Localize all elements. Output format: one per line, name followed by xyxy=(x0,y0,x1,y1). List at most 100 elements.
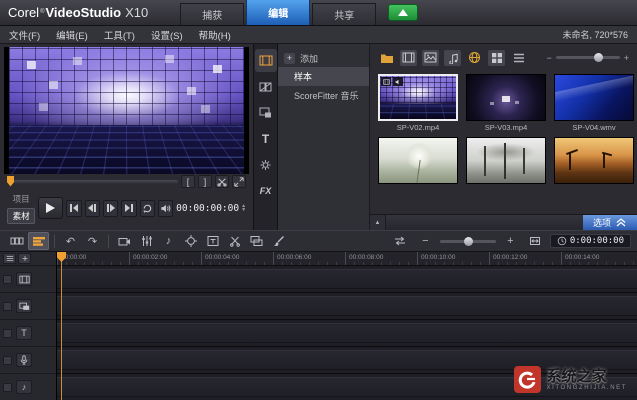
options-button[interactable]: 选项 xyxy=(582,215,637,230)
thumbnail-view-button[interactable] xyxy=(488,49,505,66)
mode-clip[interactable]: 素材 xyxy=(7,208,36,224)
prev-frame-button[interactable] xyxy=(84,199,100,217)
menu-settings[interactable]: 设置(S) xyxy=(151,28,183,42)
brush-icon xyxy=(273,236,284,247)
mark-out-button[interactable]: ] xyxy=(198,175,212,188)
add-folder-row[interactable]: + 添加 xyxy=(278,50,369,67)
tree-node-scorefitter[interactable]: ScoreFitter 音乐 xyxy=(278,86,369,105)
fit-project-button[interactable] xyxy=(525,232,546,250)
overlay-track-toggle[interactable] xyxy=(3,301,12,311)
storyboard-view-button[interactable] xyxy=(6,232,27,250)
seek-bar[interactable] xyxy=(7,175,178,187)
watermark-title: 系统之家 xyxy=(546,367,607,385)
nav-title-button[interactable]: T xyxy=(255,127,277,150)
painting-creator-button[interactable] xyxy=(268,232,289,250)
tab-capture[interactable]: 捕获 xyxy=(180,3,245,25)
repeat-button[interactable] xyxy=(139,199,155,217)
import-media-button[interactable] xyxy=(378,50,395,66)
title-track-toggle[interactable] xyxy=(3,328,12,338)
enlarge-preview-button[interactable] xyxy=(232,175,246,188)
preview-video[interactable] xyxy=(4,47,249,174)
voice-track-header[interactable] xyxy=(0,347,56,374)
options-label: 选项 xyxy=(592,218,611,228)
thumbnail-trees[interactable] xyxy=(466,137,546,184)
nav-transitions-button[interactable] xyxy=(255,75,277,98)
upload-arrow-button[interactable] xyxy=(388,4,419,21)
thumbnail-desert[interactable] xyxy=(554,137,634,184)
timeline-ruler[interactable]: 00:00:00 00:00:02:00 00:00:04:00 00:00:0… xyxy=(57,252,637,266)
cloud-media-button[interactable] xyxy=(466,50,483,66)
redo-button[interactable]: ↷ xyxy=(82,232,103,250)
thumbnail-zoom-slider[interactable] xyxy=(555,53,620,62)
library-content: − + SP-V02.mp4 SP-V03.mp4 SP-V04.wmv ▲ 选… xyxy=(370,44,637,230)
video-track-toggle[interactable] xyxy=(3,274,12,284)
scroll-up-button[interactable]: ▲ xyxy=(370,215,386,230)
ruler-label: 00:00:12:00 xyxy=(489,252,561,265)
nav-filter-button[interactable]: FX xyxy=(255,179,277,202)
menu-file[interactable]: 文件(F) xyxy=(9,28,40,42)
title-track-lane[interactable] xyxy=(57,320,637,347)
tab-edit[interactable]: 编辑 xyxy=(246,0,311,25)
mark-in-button[interactable]: [ xyxy=(181,175,195,188)
go-start-button[interactable] xyxy=(66,199,82,217)
tab-share[interactable]: 共享 xyxy=(312,3,377,25)
split-clip-button[interactable] xyxy=(215,175,229,188)
play-button[interactable] xyxy=(38,197,64,219)
seek-handle[interactable] xyxy=(7,175,14,187)
subtitle-editor-button[interactable] xyxy=(202,232,223,250)
list-view-button[interactable] xyxy=(510,50,527,66)
nav-graphics-button[interactable] xyxy=(255,153,277,176)
timeline-zoom-knob[interactable] xyxy=(463,236,473,246)
overlay-track-header[interactable] xyxy=(0,293,56,320)
zoom-in-label[interactable]: + xyxy=(624,53,629,63)
media-icon xyxy=(259,55,272,66)
graphics-icon xyxy=(260,159,271,170)
record-capture-button[interactable] xyxy=(114,232,135,250)
zoom-out-button[interactable]: − xyxy=(415,232,436,250)
video-track-lane[interactable] xyxy=(57,266,637,293)
timecode-spinner[interactable]: ▲ ▼ xyxy=(241,204,246,213)
go-end-button[interactable] xyxy=(121,199,137,217)
next-frame-button[interactable] xyxy=(102,199,119,217)
zoom-out-label[interactable]: − xyxy=(546,53,551,63)
thumbnail-dandelion[interactable] xyxy=(378,137,458,184)
globe-icon xyxy=(468,51,481,64)
timeline-view-button[interactable] xyxy=(28,232,49,250)
ruler-label: 00:00:08:00 xyxy=(345,252,417,265)
menu-tools[interactable]: 工具(T) xyxy=(104,28,135,42)
music-track-toggle[interactable] xyxy=(3,382,12,392)
nav-media-button[interactable] xyxy=(254,49,277,72)
voice-track-toggle[interactable] xyxy=(3,355,12,365)
sound-mixer-button[interactable] xyxy=(136,232,157,250)
show-videos-button[interactable] xyxy=(400,49,417,66)
thumbnail-sp-v03[interactable]: SP-V03.mp4 xyxy=(466,74,546,132)
overlay-track-lane[interactable] xyxy=(57,293,637,320)
timeline-zoom-slider[interactable] xyxy=(439,236,496,246)
show-all-tracks-button[interactable] xyxy=(3,253,16,264)
auto-music-button[interactable]: ♪ xyxy=(158,232,179,250)
title-track-header[interactable]: T xyxy=(0,320,56,347)
nav-overlay-button[interactable] xyxy=(255,101,277,124)
zoom-in-button[interactable]: + xyxy=(500,232,521,250)
show-photos-button[interactable] xyxy=(422,49,439,66)
multi-trim-button[interactable] xyxy=(224,232,245,250)
volume-button[interactable] xyxy=(157,199,174,217)
music-track-header[interactable]: ♪ xyxy=(0,374,56,400)
registered-mark: ® xyxy=(40,9,45,15)
track-manager-button[interactable] xyxy=(246,232,267,250)
tree-node-samples[interactable]: 样本 xyxy=(278,67,369,86)
show-audio-button[interactable] xyxy=(444,49,461,66)
thumbnail-sp-v02[interactable]: SP-V02.mp4 xyxy=(378,74,458,132)
menu-edit[interactable]: 编辑(E) xyxy=(56,28,88,42)
track-settings-button[interactable] xyxy=(18,253,31,264)
preview-panel: [ ] 项目 素材 00:00:00:00 ▲ ▼ xyxy=(0,44,254,230)
video-track-header[interactable] xyxy=(0,266,56,293)
zoom-slider-knob[interactable] xyxy=(593,53,603,62)
mode-project[interactable]: 项目 xyxy=(7,192,35,206)
motion-tracking-button[interactable] xyxy=(180,232,201,250)
thumbnail-sp-v04[interactable]: SP-V04.wmv xyxy=(554,74,634,132)
swap-tracks-button[interactable] xyxy=(390,232,411,250)
title-icon: T xyxy=(261,131,270,146)
undo-button[interactable]: ↶ xyxy=(60,232,81,250)
menu-help[interactable]: 帮助(H) xyxy=(199,28,231,42)
